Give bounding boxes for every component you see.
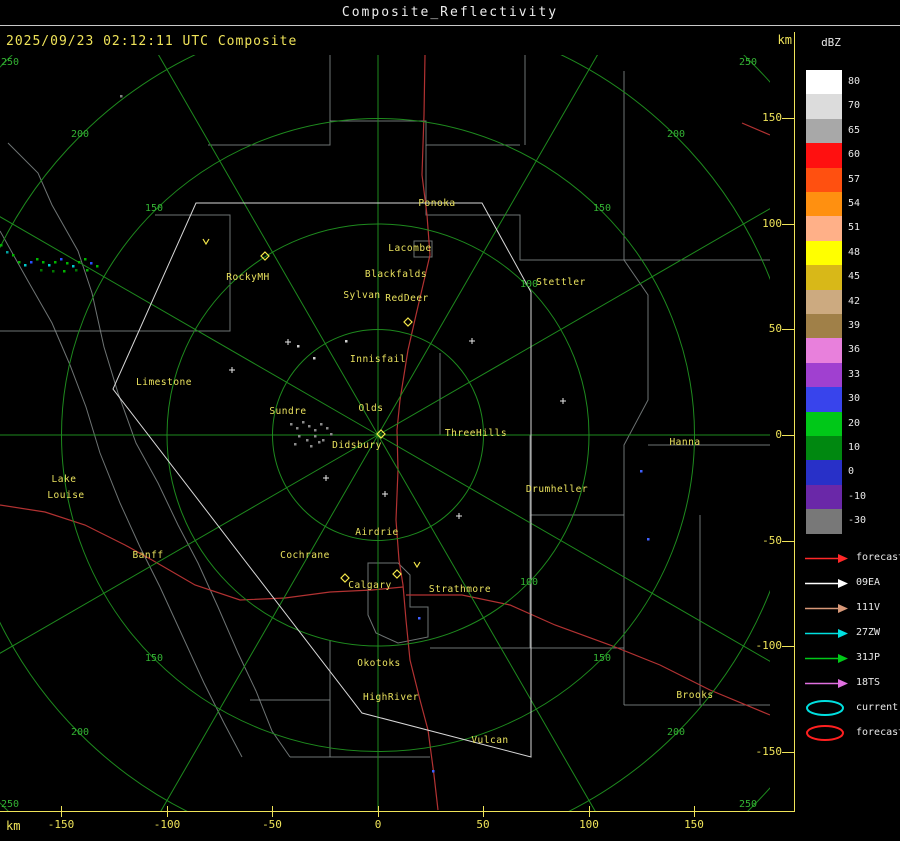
y-axis-tick-label: -50	[762, 534, 782, 547]
y-axis-tick-label: 50	[768, 322, 782, 335]
x-axis-tick-label: 50	[476, 818, 490, 831]
y-axis-tick-label: 100	[762, 217, 782, 230]
x-axis-tick-label: 100	[579, 818, 599, 831]
x-axis-tick	[483, 806, 484, 817]
axis-labels-layer: 150 100 50 0 -50 -100 -150 -150 -100 -50 0 50 100 150	[0, 0, 900, 841]
y-axis-tick	[782, 435, 794, 436]
x-axis-tick	[61, 806, 62, 817]
radar-app-window: Composite_Reflectivity 2025/09/23 02:12:…	[0, 0, 900, 841]
x-axis-tick	[378, 806, 379, 817]
x-axis-tick	[694, 806, 695, 817]
x-axis-tick	[167, 806, 168, 817]
y-axis-tick-label: 0	[775, 428, 782, 441]
x-axis-unit-label: km	[6, 819, 21, 833]
y-axis-tick-label: -100	[755, 639, 783, 652]
x-axis-tick-label: 150	[684, 818, 704, 831]
y-axis-tick	[782, 646, 794, 647]
x-axis-tick-label: -100	[153, 818, 181, 831]
legend-sidebar	[798, 27, 900, 841]
x-axis-tick-label: -50	[262, 818, 282, 831]
y-axis-tick	[782, 118, 794, 119]
x-axis-tick-label: -150	[47, 818, 75, 831]
x-axis-tick	[589, 806, 590, 817]
x-axis-tick	[272, 806, 273, 817]
y-axis-tick-label: 150	[762, 111, 782, 124]
y-axis-tick	[782, 541, 794, 542]
y-axis-tick	[782, 329, 794, 330]
y-axis-tick-label: -150	[755, 745, 783, 758]
colorbar-title: dBZ	[821, 36, 841, 49]
x-axis-tick-label: 0	[374, 818, 382, 831]
y-axis-tick	[782, 224, 794, 225]
y-axis-tick	[782, 752, 794, 753]
